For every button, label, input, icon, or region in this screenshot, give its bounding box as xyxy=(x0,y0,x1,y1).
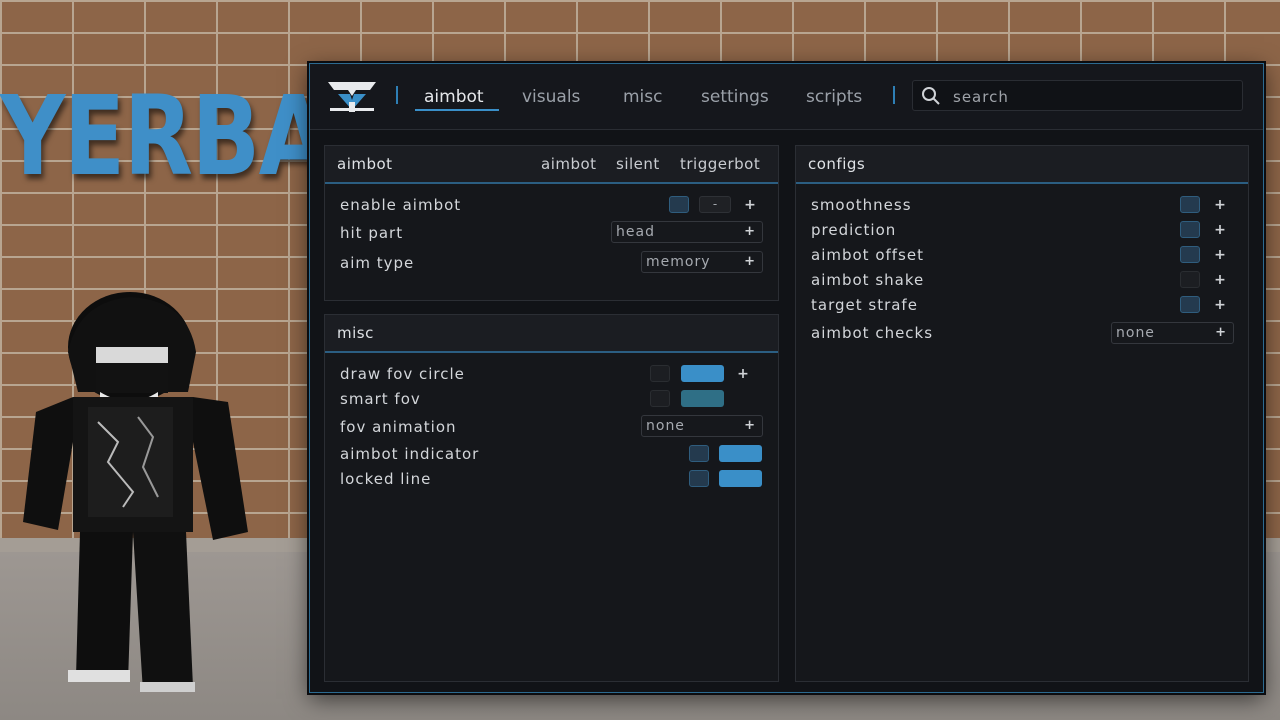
aimbot-panel-header: aimbot aimbot silent triggerbot xyxy=(325,146,778,184)
search-input[interactable] xyxy=(951,81,1235,112)
fov-animation-label: fov animation xyxy=(340,418,457,436)
app-logo-icon xyxy=(326,78,378,114)
aimbot-shake-add-button[interactable]: + xyxy=(1214,272,1226,288)
search-icon xyxy=(922,87,940,105)
aimbot-checks-label: aimbot checks xyxy=(811,324,934,342)
enable-aimbot-keybind[interactable]: - xyxy=(699,196,731,213)
hit-part-label: hit part xyxy=(340,224,404,242)
smoothness-label: smoothness xyxy=(811,196,912,214)
aimbot-panel: aimbot aimbot silent triggerbot enable a… xyxy=(324,145,779,301)
tab-visuals[interactable]: visuals xyxy=(522,84,580,110)
search-box[interactable] xyxy=(912,80,1243,112)
configs-panel-title: configs xyxy=(808,155,866,173)
aimbot-shake-label: aimbot shake xyxy=(811,271,925,289)
smart-fov-checkbox[interactable] xyxy=(650,390,670,407)
tab-scripts[interactable]: scripts xyxy=(806,84,862,110)
draw-fov-circle-color-swatch[interactable] xyxy=(681,365,724,382)
aim-type-dropdown[interactable]: memory + xyxy=(641,251,763,273)
aimbot-checks-dropdown[interactable]: none + xyxy=(1111,322,1234,344)
subtab-triggerbot[interactable]: triggerbot xyxy=(680,155,760,173)
aimbot-indicator-label: aimbot indicator xyxy=(340,445,480,463)
wall-sign-text: YERBA xyxy=(0,72,328,200)
aim-type-label: aim type xyxy=(340,254,415,272)
target-strafe-label: target strafe xyxy=(811,296,918,314)
draw-fov-circle-checkbox[interactable] xyxy=(650,365,670,382)
hit-part-value: head xyxy=(616,224,655,240)
cheat-menu-window: aimbot visuals misc settings scripts aim… xyxy=(309,63,1264,693)
smoothness-checkbox[interactable] xyxy=(1180,196,1200,213)
aim-type-value: memory xyxy=(646,254,711,270)
smart-fov-color-swatch[interactable] xyxy=(681,390,724,407)
prediction-add-button[interactable]: + xyxy=(1214,222,1226,238)
enable-aimbot-add-button[interactable]: + xyxy=(744,197,756,213)
hit-part-plus-icon: + xyxy=(744,224,755,239)
subtab-aimbot[interactable]: aimbot xyxy=(541,155,597,173)
subtab-silent[interactable]: silent xyxy=(616,155,660,173)
smart-fov-label: smart fov xyxy=(340,390,421,408)
locked-line-color-swatch[interactable] xyxy=(719,470,762,487)
player-avatar xyxy=(18,292,258,712)
aimbot-checks-plus-icon: + xyxy=(1215,325,1226,340)
misc-panel: misc draw fov circle + smart fov fov ani… xyxy=(324,314,779,682)
target-strafe-checkbox[interactable] xyxy=(1180,296,1200,313)
top-navigation-bar: aimbot visuals misc settings scripts xyxy=(310,64,1263,130)
prediction-checkbox[interactable] xyxy=(1180,221,1200,238)
tab-misc[interactable]: misc xyxy=(623,84,663,110)
tab-settings[interactable]: settings xyxy=(701,84,769,110)
enable-aimbot-label: enable aimbot xyxy=(340,196,462,214)
locked-line-label: locked line xyxy=(340,470,432,488)
misc-panel-header: misc xyxy=(325,315,778,353)
fov-animation-value: none xyxy=(646,418,685,434)
draw-fov-circle-label: draw fov circle xyxy=(340,365,465,383)
fov-animation-dropdown[interactable]: none + xyxy=(641,415,763,437)
hit-part-dropdown[interactable]: head + xyxy=(611,221,763,243)
nav-separator xyxy=(893,86,895,104)
configs-panel: configs smoothness + prediction + aimbot… xyxy=(795,145,1249,682)
active-tab-underline xyxy=(415,109,499,111)
aimbot-offset-checkbox[interactable] xyxy=(1180,246,1200,263)
configs-panel-header: configs xyxy=(796,146,1248,184)
enable-aimbot-checkbox[interactable] xyxy=(669,196,689,213)
fov-animation-plus-icon: + xyxy=(744,418,755,433)
locked-line-checkbox[interactable] xyxy=(689,470,709,487)
aimbot-indicator-checkbox[interactable] xyxy=(689,445,709,462)
prediction-label: prediction xyxy=(811,221,897,239)
nav-separator xyxy=(396,86,398,104)
tab-aimbot[interactable]: aimbot xyxy=(424,84,484,110)
aim-type-plus-icon: + xyxy=(744,254,755,269)
aimbot-indicator-color-swatch[interactable] xyxy=(719,445,762,462)
aimbot-offset-label: aimbot offset xyxy=(811,246,924,264)
draw-fov-circle-add-button[interactable]: + xyxy=(737,366,749,382)
aimbot-shake-checkbox[interactable] xyxy=(1180,271,1200,288)
misc-panel-title: misc xyxy=(337,324,374,342)
target-strafe-add-button[interactable]: + xyxy=(1214,297,1226,313)
aimbot-panel-title: aimbot xyxy=(337,155,393,173)
aimbot-checks-value: none xyxy=(1116,325,1155,341)
aimbot-offset-add-button[interactable]: + xyxy=(1214,247,1226,263)
smoothness-add-button[interactable]: + xyxy=(1214,197,1226,213)
